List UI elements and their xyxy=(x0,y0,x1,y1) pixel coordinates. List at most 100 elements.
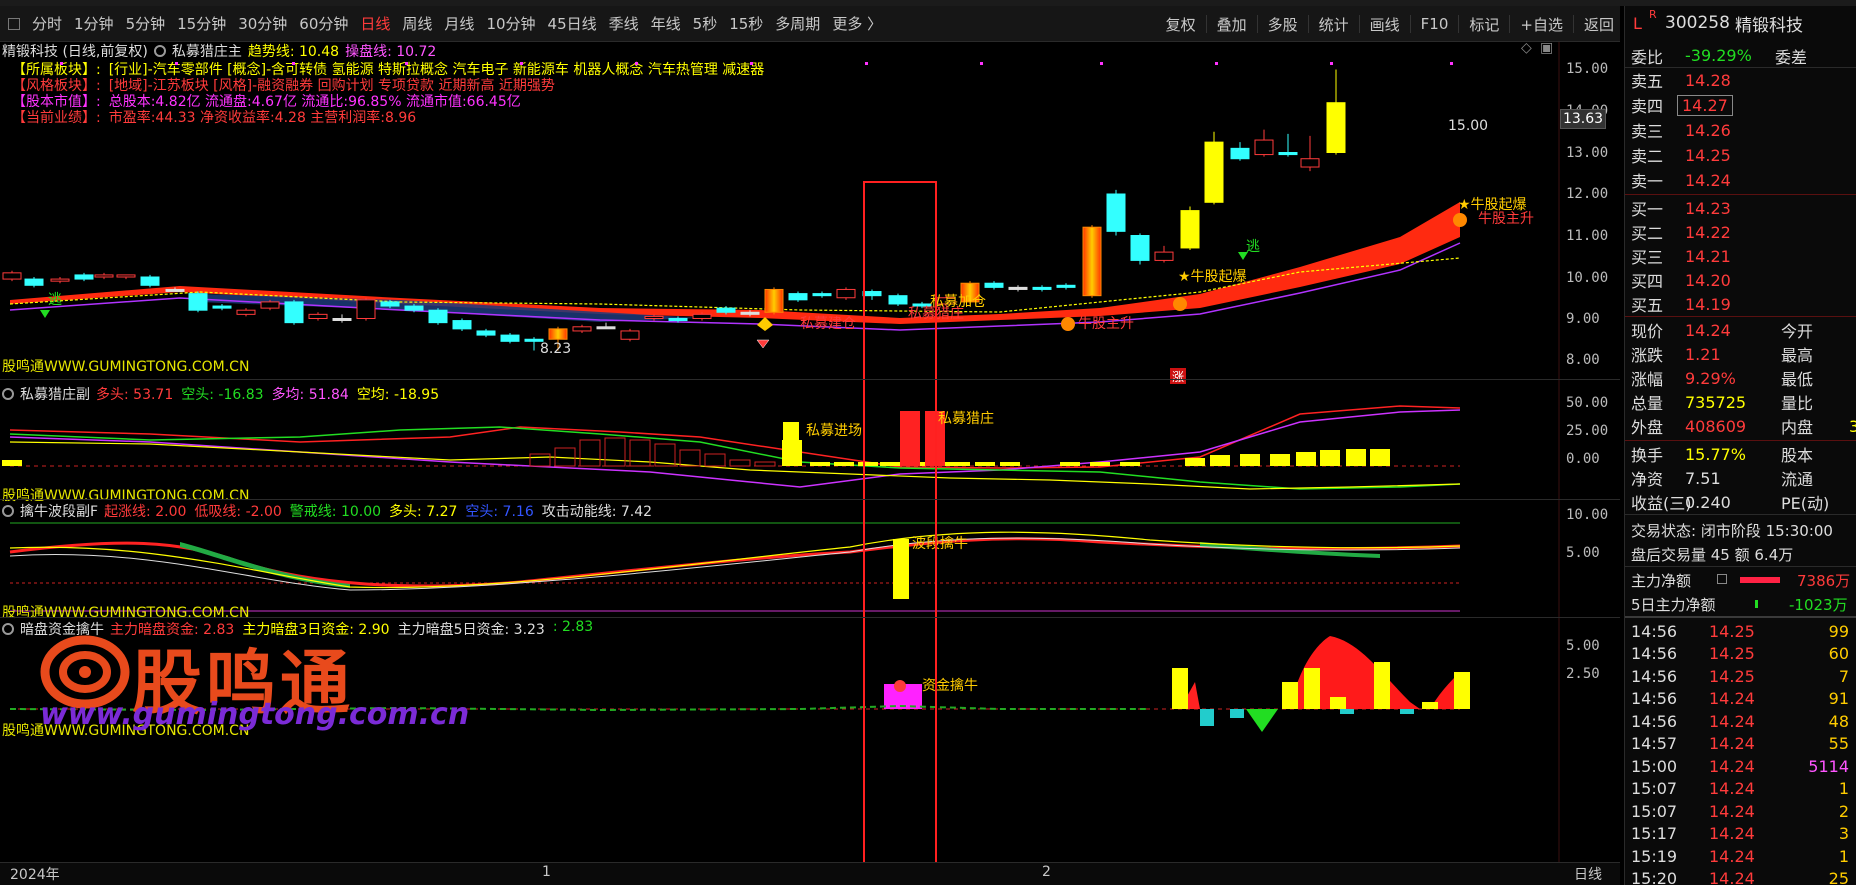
toolbar-action-7[interactable]: +自选 xyxy=(1514,14,1569,35)
tick-price: 14.24 xyxy=(1709,689,1755,708)
ask-price[interactable]: 14.25 xyxy=(1685,146,1731,165)
toolbar-action-8[interactable]: 返回 xyxy=(1578,14,1620,35)
p2-yellow-bar xyxy=(858,462,878,466)
period-tab-11[interactable]: 季线 xyxy=(603,13,645,34)
period-tab-4[interactable]: 30分钟 xyxy=(232,13,293,34)
period-tab-14[interactable]: 15秒 xyxy=(723,13,769,34)
p4-cyan-bar xyxy=(1200,709,1214,726)
panel2-settings-icon[interactable] xyxy=(2,388,14,400)
panel-toggle-icon[interactable] xyxy=(8,17,20,30)
candle-body xyxy=(984,282,1004,288)
p3-green-band xyxy=(180,542,350,588)
period-label[interactable]: 日线 xyxy=(1574,864,1602,884)
panel3-name[interactable]: 擒牛波段副F xyxy=(20,501,98,521)
y-tick: 9.00 xyxy=(1566,311,1600,327)
period-tab-8[interactable]: 月线 xyxy=(438,13,480,34)
toolbar-action-3[interactable]: 统计 xyxy=(1313,14,1355,35)
tick-time: 14:56 xyxy=(1631,689,1678,708)
candle-body xyxy=(332,318,352,321)
detail-icon[interactable] xyxy=(1717,574,1727,584)
bid-price[interactable]: 14.20 xyxy=(1685,271,1731,290)
toolbar-separator xyxy=(1307,15,1309,33)
y-tick: 5.00 xyxy=(1566,638,1600,654)
tick-volume: 2 xyxy=(1838,801,1849,821)
period-tab-6[interactable]: 日线 xyxy=(354,13,396,34)
toolbar-action-1[interactable]: 叠加 xyxy=(1211,14,1253,35)
ask-price[interactable]: 14.28 xyxy=(1685,71,1731,90)
bid-price[interactable]: 14.23 xyxy=(1685,199,1731,218)
candle-body xyxy=(212,305,232,309)
p2-red-bar xyxy=(579,439,601,467)
tick-price: 14.24 xyxy=(1709,779,1755,798)
candle-body xyxy=(452,320,472,330)
toolbar-action-0[interactable]: 复权 xyxy=(1160,14,1202,35)
p2-yellow-bar xyxy=(1346,449,1366,466)
ask-label: 卖二 xyxy=(1631,147,1664,166)
panel4-settings-icon[interactable] xyxy=(2,623,14,635)
period-tab-15[interactable]: 多周期 xyxy=(769,13,826,34)
high-price-label: 15.00 xyxy=(1448,118,1488,134)
toolbar-action-6[interactable]: 标记 xyxy=(1463,14,1505,35)
period-tab-12[interactable]: 年线 xyxy=(645,13,687,34)
tick-volume: 48 xyxy=(1828,711,1849,731)
signal-dot xyxy=(750,62,753,65)
panel2-header: 私募猎庄副 多头: 53.71 空头: -16.83 多均: 51.84 空均: -1… xyxy=(2,384,439,404)
candle-body xyxy=(1230,147,1250,160)
bid-row: 买二 14.22 xyxy=(1625,220,1856,244)
ask-price[interactable]: 14.27 xyxy=(1677,94,1733,116)
period-tab-9[interactable]: 10分钟 xyxy=(480,13,541,34)
quote-value: 14.24 xyxy=(1685,320,1731,340)
period-tab-7[interactable]: 周线 xyxy=(396,13,438,34)
toolbar-action-2[interactable]: 多股 xyxy=(1262,14,1304,35)
kline-chart-area[interactable]: 精锻科技 (日线,前复权) 私募猎庄主 趋势线: 10.48 操盘线: 10.7… xyxy=(0,40,1620,885)
bid-row: 买五 14.19 xyxy=(1625,292,1856,316)
pm-hunt-signal: 私募猎庄 xyxy=(938,410,994,427)
bid-price[interactable]: 14.19 xyxy=(1685,295,1731,314)
period-tab-0[interactable]: 分时 xyxy=(26,13,68,34)
panel3-settings-icon[interactable] xyxy=(2,505,14,517)
candle-body xyxy=(740,311,760,315)
period-tab-1[interactable]: 1分钟 xyxy=(68,13,120,34)
toolbar-action-5[interactable]: F10 xyxy=(1415,15,1455,33)
signal-dot xyxy=(60,62,63,65)
period-tab-10[interactable]: 45日线 xyxy=(542,13,603,34)
panel2-value-2: 多均: 51.84 xyxy=(271,387,349,403)
panel3-header: 擒牛波段副F 起涨线: 2.00 低吸线: -2.00 警戒线: 10.00 多头: … xyxy=(2,501,652,521)
ask-row: 卖一 14.24 xyxy=(1625,168,1856,192)
fund-row: 换手 15.77% 股本 xyxy=(1625,442,1856,466)
candle-body xyxy=(1278,152,1298,156)
p3-catch-bar xyxy=(893,539,909,599)
ask-label: 卖三 xyxy=(1631,122,1664,141)
current-price-tag: 13.63 xyxy=(1560,109,1606,129)
fund-label: 换手 xyxy=(1631,446,1664,465)
market-flag-icon: L xyxy=(1633,13,1642,33)
bid-price[interactable]: 14.21 xyxy=(1685,247,1731,266)
signal-dot xyxy=(175,62,178,65)
ask-price[interactable]: 14.24 xyxy=(1685,171,1731,190)
p2-yellow-bar xyxy=(1296,452,1316,466)
toolbar-action-4[interactable]: 画线 xyxy=(1364,14,1406,35)
ask-row: 卖五 14.28 xyxy=(1625,68,1856,92)
period-tab-3[interactable]: 15分钟 xyxy=(171,13,232,34)
logo-url: www.gumingtong.com.cn xyxy=(40,697,470,732)
period-tab-5[interactable]: 60分钟 xyxy=(293,13,354,34)
order-diff-label: 委差 xyxy=(1775,47,1808,67)
candle-body xyxy=(380,301,400,307)
quote-label: 涨幅 xyxy=(1631,370,1664,389)
period-tab-13[interactable]: 5秒 xyxy=(687,13,724,34)
bid-price[interactable]: 14.22 xyxy=(1685,223,1731,242)
quote-row: 总量 735725 量比 xyxy=(1625,390,1856,414)
p4-green-triangle xyxy=(1246,709,1278,732)
stock-code[interactable]: 300258 xyxy=(1665,13,1730,33)
bull-badge-icon xyxy=(1061,317,1075,331)
ask-price[interactable]: 14.26 xyxy=(1685,121,1731,140)
panel2-name[interactable]: 私募猎庄副 xyxy=(20,384,90,404)
stock-name[interactable]: 精锻科技 xyxy=(1735,11,1803,36)
p2-yellow-bar xyxy=(1060,462,1080,466)
fund-label-2: 股本 xyxy=(1781,446,1814,465)
period-tab-16[interactable]: 更多 〉 xyxy=(826,13,888,34)
period-tab-2[interactable]: 5分钟 xyxy=(120,13,172,34)
bid-label: 买四 xyxy=(1631,272,1664,291)
candle-body xyxy=(1154,251,1174,261)
hand-icon xyxy=(757,317,773,331)
